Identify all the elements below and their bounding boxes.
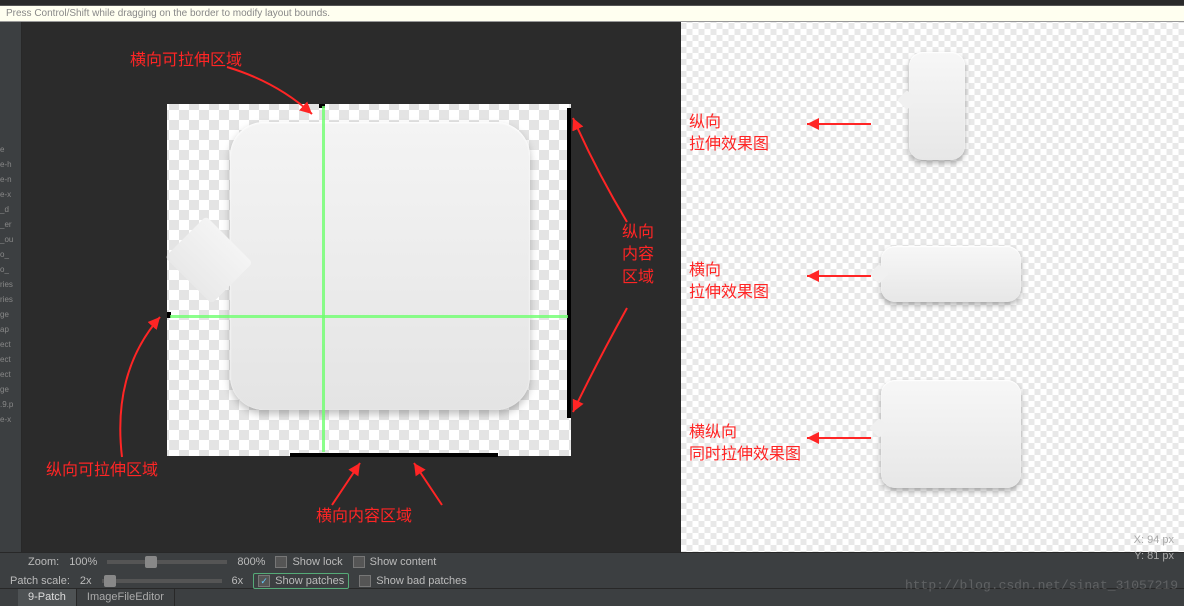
show-bad-patches-checkbox[interactable]: Show bad patches (359, 575, 467, 587)
annotation-v-stretch: 纵向可拉伸区域 (46, 460, 158, 482)
arrow-icon (567, 112, 637, 232)
annotation-h-content: 横向内容区域 (316, 506, 412, 528)
arrow-icon (801, 118, 871, 130)
tab-9patch[interactable]: 9-Patch (18, 589, 77, 606)
annotation-pv-v: 纵向 拉伸效果图 (689, 112, 769, 157)
zoom-value: 100% (69, 556, 97, 568)
annotation-h-stretch: 横向可拉伸区域 (130, 50, 242, 72)
annotation-pv-both: 横纵向 同时拉伸效果图 (689, 422, 801, 467)
annotation-v-content: 纵向 内容 区域 (622, 222, 654, 289)
patch-scale-label: Patch scale: (10, 575, 70, 587)
preview-horizontal-stretch (881, 246, 1021, 302)
hint-bar: Press Control/Shift while dragging on th… (0, 6, 1184, 22)
preview-pane: 纵向 拉伸效果图 横向 拉伸效果图 横纵向 同时拉伸效果图 (680, 22, 1184, 552)
patch-slider[interactable] (102, 579, 222, 583)
zoom-label: Zoom: (28, 556, 59, 568)
nine-patch-editor[interactable]: 横向可拉伸区域 纵向可拉伸区域 横向内容区域 纵向 内容 区域 (22, 22, 680, 552)
arrow-icon (567, 302, 637, 422)
patch-mark-bottom[interactable] (290, 453, 498, 457)
project-sidebar: ee-he-ne-x_d_er_ouo_o_riesriesgeapectect… (0, 22, 22, 552)
patch-max: 6x (232, 575, 244, 587)
patch-guide-horizontal (170, 315, 568, 318)
editor-canvas[interactable] (167, 104, 571, 456)
preview-both-stretch (881, 380, 1021, 488)
arrow-icon (312, 457, 372, 512)
patch-guide-vertical (322, 106, 325, 452)
show-content-checkbox[interactable]: Show content (353, 556, 437, 568)
annotation-pv-h: 横向 拉伸效果图 (689, 260, 769, 305)
show-lock-checkbox[interactable]: Show lock (275, 556, 342, 568)
arrow-icon (801, 270, 871, 282)
patch-mark-right[interactable] (567, 108, 571, 418)
cursor-coords: X: 94 px Y: 81 px (1134, 532, 1174, 564)
patch-min: 2x (80, 575, 92, 587)
tab-image-editor[interactable]: ImageFileEditor (77, 589, 175, 606)
preview-vertical-stretch (909, 52, 965, 160)
arrow-icon (402, 457, 462, 512)
show-patches-checkbox[interactable]: ✓Show patches (253, 573, 349, 589)
zoom-max: 800% (237, 556, 265, 568)
speech-bubble-image (230, 122, 530, 410)
arrow-icon (801, 432, 871, 444)
zoom-slider[interactable] (107, 560, 227, 564)
watermark: http://blog.csdn.net/sinat_31057219 (905, 578, 1178, 593)
